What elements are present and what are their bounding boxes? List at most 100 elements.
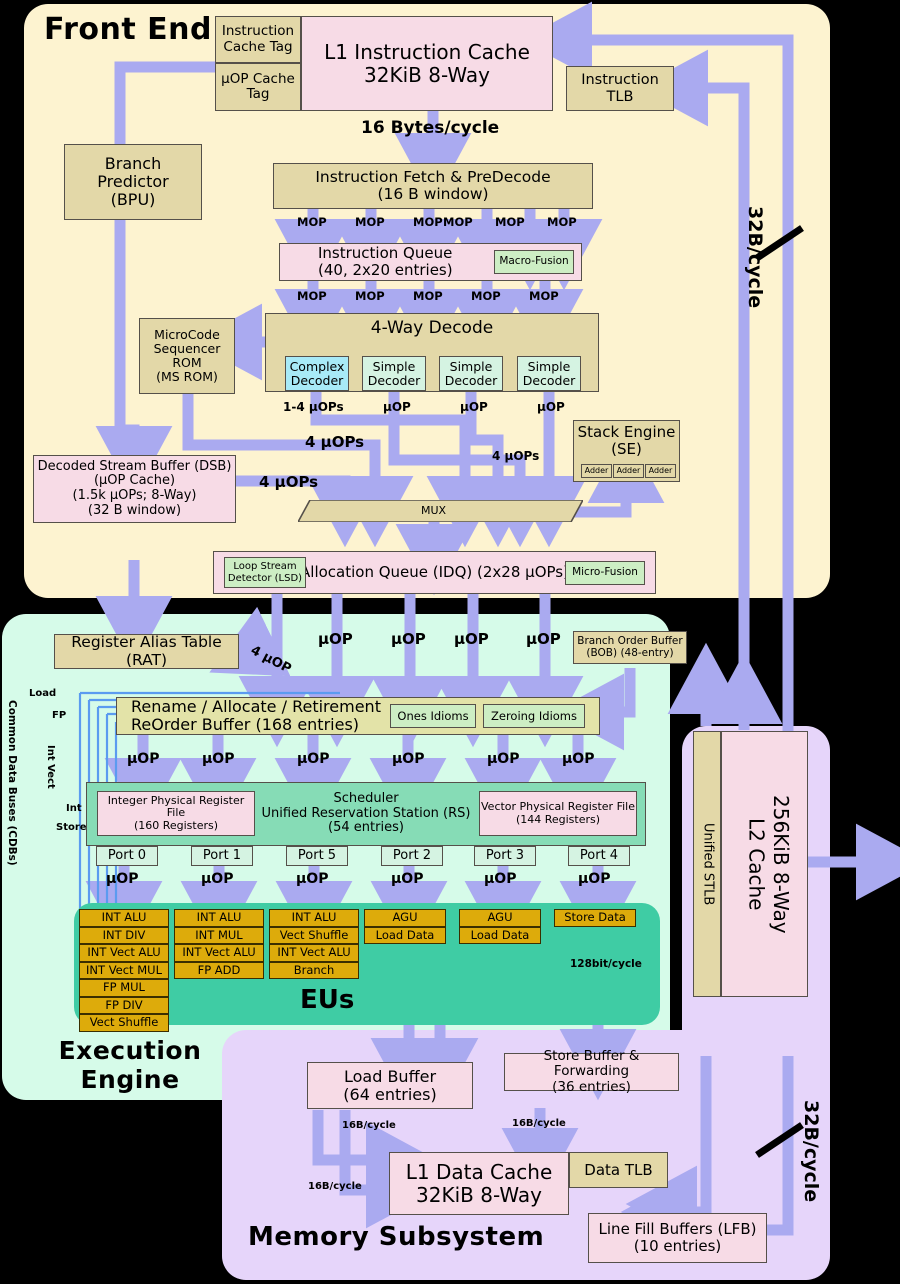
l1-instruction-cache: L1 Instruction Cache 32KiB 8-Way	[301, 16, 553, 111]
l1i-line2: 32KiB 8-Way	[364, 62, 490, 87]
vec-prf-line2: (144 Registers)	[515, 812, 601, 826]
iq-line2: (40, 2x20 entries)	[318, 261, 453, 279]
load-buffer-line1: Load Buffer	[343, 1066, 437, 1086]
loop-stream-detector: Loop Stream Detector (LSD)	[224, 557, 306, 588]
microcode-sequencer-rom: MicroCode Sequencer ROM (MS ROM)	[139, 318, 235, 394]
cdb-line-load: Load	[29, 688, 57, 699]
uop-label: µOP	[484, 871, 517, 887]
execution-unit: INT ALU	[79, 909, 169, 927]
bpu-line1: Branch	[104, 154, 162, 174]
cdb-line-store: Store	[56, 822, 87, 833]
uop-label: µOP	[201, 871, 234, 887]
execution-unit: Vect Shuffle	[269, 926, 359, 944]
mop-label: MOP	[297, 215, 327, 229]
int-prf-line1: Integer Physical Register File	[107, 794, 245, 820]
macro-fusion: Macro-Fusion	[494, 250, 574, 274]
scheduler-line1: Scheduler	[333, 791, 399, 807]
ones-idioms: Ones Idioms	[390, 704, 476, 728]
port-2[interactable]: Port 2	[381, 846, 443, 866]
mop-label: MOP	[355, 289, 385, 303]
l2-line1: L2 Cache	[744, 817, 769, 911]
branch-order-buffer: Branch Order Buffer (BOB) (48-entry)	[573, 631, 687, 664]
l1-data-cache: L1 Data Cache 32KiB 8-Way	[389, 1152, 569, 1215]
vec-prf-line1: Vector Physical Register File	[481, 800, 635, 814]
uop-label: µOP	[127, 751, 160, 767]
simple-decoder-1: Simple Decoder	[362, 356, 426, 391]
port-0[interactable]: Port 0	[96, 846, 158, 866]
decode-title: 4-Way Decode	[370, 318, 494, 338]
rename-line1: Rename / Allocate / Retirement	[131, 697, 381, 717]
memory-subsystem-title: Memory Subsystem	[248, 1222, 545, 1252]
uop-label: µOP	[318, 630, 353, 648]
uop-label: µOP	[460, 400, 488, 414]
dsb-line3: (1.5k µOPs; 8-Way)	[72, 488, 197, 503]
port-5[interactable]: Port 5	[286, 846, 348, 866]
l1d-line2: 32KiB 8-Way	[416, 1182, 542, 1207]
uop-label: µOP	[391, 630, 426, 648]
branch-predictor: Branch Predictor (BPU)	[64, 144, 202, 220]
store-buffer-line1: Store Buffer & Forwarding	[543, 1048, 640, 1080]
cdb-line-fp: FP	[52, 710, 67, 721]
port-4[interactable]: Port 4	[568, 846, 630, 866]
rename-line2: ReOrder Buffer (168 entries)	[131, 715, 360, 734]
uop-label: µOP	[487, 751, 520, 767]
bandwidth-32b-front: 32B/cycle	[744, 206, 766, 309]
unified-stlb-text: Unified STLB	[700, 822, 716, 906]
execution-unit: Load Data	[364, 926, 446, 944]
iq-line1: Instruction Queue	[318, 244, 453, 263]
execution-unit: AGU	[459, 909, 541, 927]
mop-label: MOP	[495, 215, 525, 229]
uop-label: µOP	[202, 751, 235, 767]
uops-1-4-label: 1-4 µOPs	[283, 400, 344, 414]
mop-label: MOP	[547, 215, 577, 229]
load-buffer: Load Buffer (64 entries)	[307, 1062, 473, 1109]
execution-unit: FP DIV	[79, 996, 169, 1014]
uop-label: µOP	[296, 871, 329, 887]
uop-label: µOP	[454, 630, 489, 648]
execution-unit: FP ADD	[174, 961, 264, 979]
bandwidth-32b-memory: 32B/cycle	[800, 1100, 822, 1203]
dsb-line2: (µOP Cache)	[93, 473, 176, 489]
zeroing-idioms: Zeroing Idioms	[483, 704, 585, 728]
mop-label: MOP	[355, 215, 385, 229]
uop-label: µOP	[106, 871, 139, 887]
mop-label: MOP	[297, 289, 327, 303]
l2-cache: L2 Cache 256KiB 8-Way	[721, 731, 808, 997]
scheduler-line3: (54 entries)	[328, 820, 404, 836]
uop-label: µOP	[526, 630, 561, 648]
uops-4-label: 4 µOPs	[259, 473, 319, 491]
uop-label: µOP	[562, 751, 595, 767]
l1i-line1: L1 Instruction Cache	[324, 40, 530, 65]
uop-cache-tag: µOP Cache Tag	[215, 63, 301, 111]
execution-engine-title-text: Execution Engine	[58, 1036, 202, 1094]
port-3[interactable]: Port 3	[474, 846, 536, 866]
execution-unit: FP MUL	[79, 979, 169, 997]
register-alias-table: Register Alias Table (RAT)	[54, 633, 239, 669]
mop-label: MOP	[413, 289, 443, 303]
dsb-line4: (32 B window)	[87, 502, 182, 518]
bandwidth-16b-l1d: 16B/cycle	[308, 1181, 362, 1192]
uops-4-label: 4 µOPs	[492, 449, 540, 463]
decoded-stream-buffer: Decoded Stream Buffer (DSB) (µOP Cache) …	[33, 455, 236, 523]
uop-label: µOP	[578, 871, 611, 887]
execution-unit: INT Vect MUL	[79, 961, 169, 979]
micro-fusion: Micro-Fusion	[565, 561, 645, 585]
cdb-line-int-vect: Int Vect	[45, 745, 56, 789]
instruction-fetch-predecode: Instruction Fetch & PreDecode (16 B wind…	[273, 163, 593, 209]
simple-decoder-3: Simple Decoder	[517, 356, 581, 391]
eus-label: EUs	[300, 985, 355, 1015]
scheduler-line2: Unified Reservation Station (RS)	[261, 805, 471, 821]
uop-label: µOP	[537, 400, 565, 414]
uop-label: µOP	[392, 751, 425, 767]
execution-unit: Store Data	[554, 909, 636, 927]
cdb-line-int: Int	[66, 803, 82, 814]
execution-unit: INT ALU	[174, 909, 264, 927]
store-buffer-line2: (36 entries)	[552, 1078, 631, 1095]
bytes-per-cycle-label: 16 Bytes/cycle	[361, 118, 500, 138]
front-end-title: Front End	[44, 12, 212, 47]
execution-unit: INT MUL	[174, 926, 264, 944]
execution-unit: INT Vect ALU	[269, 944, 359, 962]
port-1[interactable]: Port 1	[191, 846, 253, 866]
bandwidth-16b-load: 16B/cycle	[342, 1120, 396, 1131]
se-line1: Stack Engine	[577, 423, 676, 441]
